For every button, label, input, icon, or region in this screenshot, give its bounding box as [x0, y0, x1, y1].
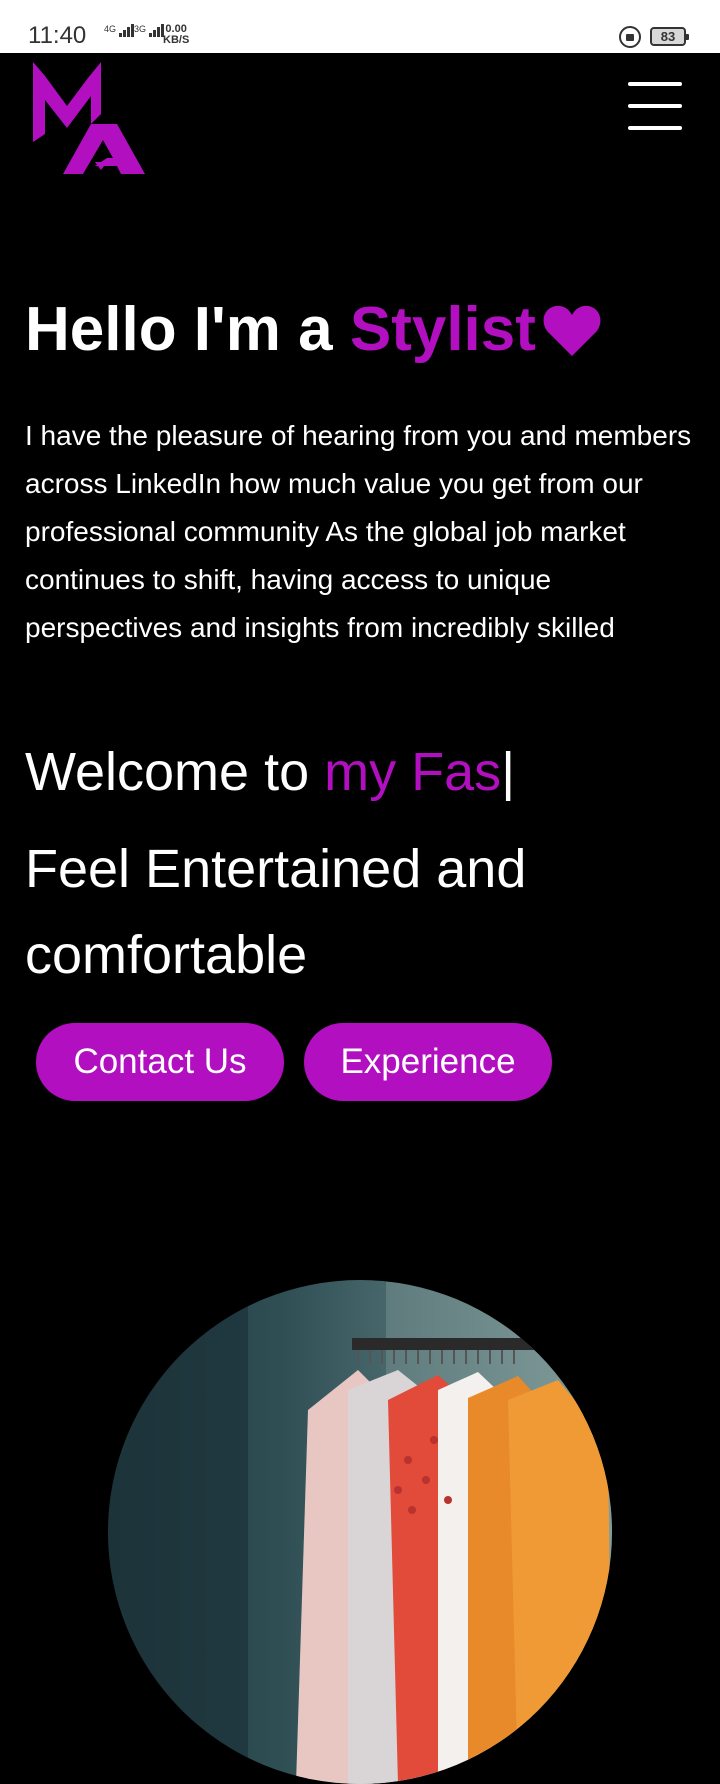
typed-text: my Fas: [324, 742, 502, 802]
battery-icon: 83: [650, 27, 689, 46]
status-bar: 11:40 4G 3G 0.00 KB/S 83: [0, 0, 720, 53]
status-time: 11:40: [28, 22, 87, 49]
tagline: Feel Entertained and comfortable: [25, 839, 527, 985]
contact-us-button[interactable]: Contact Us: [36, 1023, 284, 1101]
net-speed: 0.00 KB/S: [163, 23, 190, 46]
hero-image: [108, 1280, 612, 1784]
signal-3g-icon: 3G: [134, 24, 165, 37]
experience-button[interactable]: Experience: [304, 1023, 552, 1101]
clothes-rack-image: [108, 1280, 612, 1784]
hamburger-menu-icon[interactable]: [626, 80, 684, 132]
logo-mark-icon: [33, 62, 145, 174]
signal-4g-icon: 4G: [104, 24, 135, 37]
welcome-heading: Welcome to my Fas|: [25, 742, 516, 802]
hero-title: Hello I'm a Stylist: [25, 294, 602, 366]
intro-paragraph: I have the pleasure of hearing from you …: [25, 420, 692, 643]
logo[interactable]: [33, 62, 145, 176]
rotation-lock-icon: [619, 26, 641, 48]
typing-cursor: |: [501, 742, 516, 802]
title-accent: Stylist: [349, 295, 536, 364]
heart-icon: [543, 305, 601, 356]
